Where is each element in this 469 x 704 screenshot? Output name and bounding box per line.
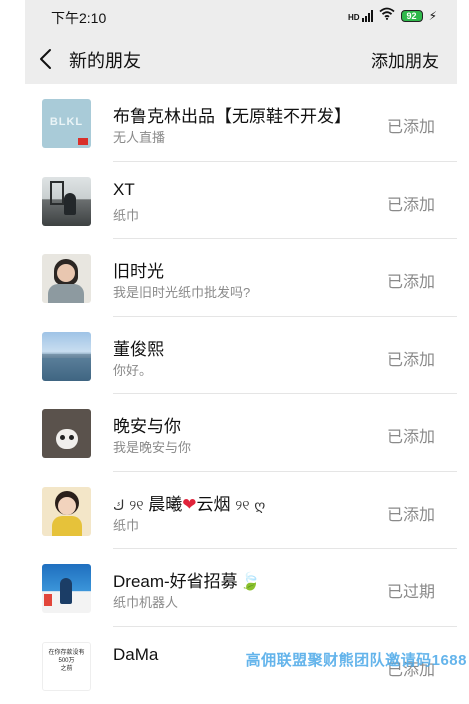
status-time: 下午2:10 xyxy=(51,8,106,28)
avatar xyxy=(42,409,91,458)
signal-icon: HD xyxy=(348,10,373,22)
friend-name: ك ୨୧ 晨曦❤云烟 ୨୧ ღ xyxy=(113,490,265,515)
friend-note: 纸巾机器人 xyxy=(113,592,178,611)
nav-bar: 新的朋友 添加朋友 xyxy=(25,34,457,84)
name-decoration: ღ xyxy=(254,497,265,513)
friend-name: 董俊熙 xyxy=(113,335,164,360)
avatar-logo-text: BLKL xyxy=(42,116,91,128)
friend-note: 你好。 xyxy=(113,360,152,379)
friend-name: XT xyxy=(113,180,135,200)
list-item[interactable]: ك ୨୧ 晨曦❤云烟 ୨୧ ღ 纸巾 已添加 xyxy=(25,472,457,550)
avatar-text: 在你存款没有 500万 之前 xyxy=(43,643,90,673)
battery-icon: 92 xyxy=(401,10,423,22)
friend-status: 已添加 xyxy=(387,501,435,525)
avatar xyxy=(42,177,91,226)
page: 下午2:10 HD 92 ⚡ xyxy=(0,0,469,670)
list-item[interactable]: 晚安与你 我是晚安与你 已添加 xyxy=(25,394,457,472)
friend-status: 已添加 xyxy=(387,346,435,370)
avatar: 在你存款没有 500万 之前 xyxy=(42,642,91,691)
friend-list: BLKL 布鲁克林出品【无原鞋不开发】 无人直播 已添加 XT 纸巾 已添加 xyxy=(25,84,457,704)
friend-status: 已添加 xyxy=(387,268,435,292)
heart-icon: ❤ xyxy=(182,495,196,514)
friend-name: 晚安与你 xyxy=(113,412,181,437)
name-part: 晨曦 xyxy=(148,495,182,514)
network-label: HD xyxy=(348,14,360,22)
friend-name: 布鲁克林出品【无原鞋不开发】 xyxy=(113,102,351,127)
flag-icon xyxy=(78,138,88,145)
status-icons: HD 92 ⚡ xyxy=(348,7,437,25)
list-item[interactable]: 旧时光 我是旧时光纸巾批发吗? 已添加 xyxy=(25,239,457,317)
friend-status: 已添加 xyxy=(387,191,435,215)
friend-note: 我是旧时光纸巾批发吗? xyxy=(113,282,250,301)
name-decoration-icon: ୨୧ xyxy=(129,497,143,513)
friend-note: 无人直播 xyxy=(113,127,165,146)
friend-name: 旧时光 xyxy=(113,257,164,282)
friend-status: 已添加 xyxy=(387,423,435,447)
name-decoration: ك xyxy=(113,497,125,513)
friend-note: 我是晚安与你 xyxy=(113,437,191,456)
back-icon[interactable] xyxy=(37,48,57,70)
wifi-icon xyxy=(379,7,395,25)
avatar xyxy=(42,564,91,613)
charging-icon: ⚡ xyxy=(429,9,437,23)
watermark: 高佣联盟聚财熊团队邀请码1688 xyxy=(246,649,467,670)
name-decoration-icon: ୨୧ xyxy=(235,497,249,513)
list-item[interactable]: XT 纸巾 已添加 xyxy=(25,162,457,240)
friend-name: Dream-好省招募🍃 xyxy=(113,567,261,592)
list-item[interactable]: BLKL 布鲁克林出品【无原鞋不开发】 无人直播 已添加 xyxy=(25,84,457,162)
avatar: BLKL xyxy=(42,99,91,148)
status-bar: 下午2:10 HD 92 ⚡ xyxy=(25,0,457,34)
avatar xyxy=(42,332,91,381)
list-item[interactable]: Dream-好省招募🍃 纸巾机器人 已过期 xyxy=(25,549,457,627)
friend-name-text: Dream-好省招募 xyxy=(113,572,238,591)
friend-status: 已添加 xyxy=(387,113,435,137)
leaf-icon: 🍃 xyxy=(240,572,261,591)
name-part: 云烟 xyxy=(197,495,231,514)
friend-status: 已过期 xyxy=(387,578,435,602)
list-item[interactable]: 董俊熙 你好。 已添加 xyxy=(25,317,457,395)
avatar xyxy=(42,487,91,536)
friend-note: 纸巾 xyxy=(113,515,139,534)
add-friend-button[interactable]: 添加朋友 xyxy=(371,47,439,72)
friend-name: DaMa xyxy=(113,645,158,665)
avatar xyxy=(42,254,91,303)
page-title: 新的朋友 xyxy=(69,47,141,73)
friend-note: 纸巾 xyxy=(113,205,139,224)
